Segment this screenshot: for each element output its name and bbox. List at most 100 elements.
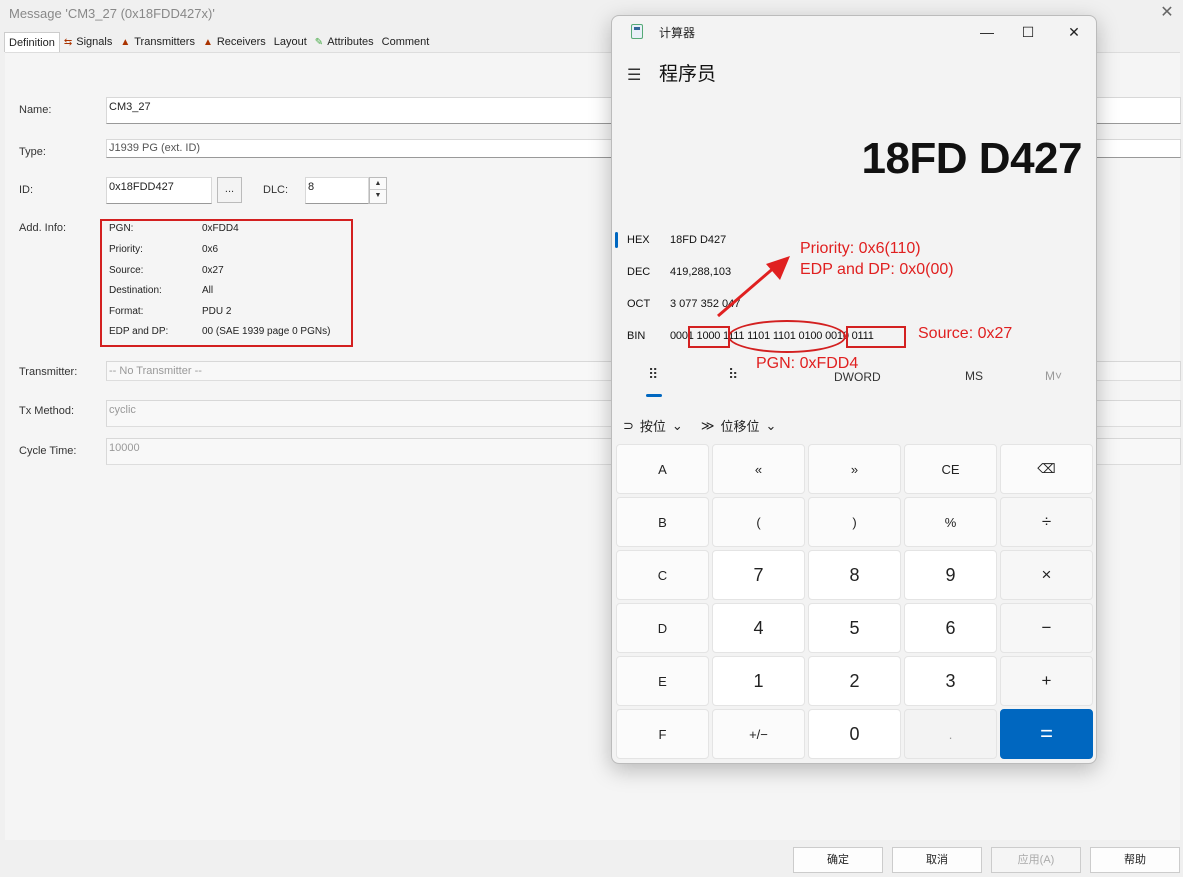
key-7[interactable]: 7 [712, 550, 805, 600]
addinfo-value: 00 (SAE 1939 page 0 PGNs) [202, 326, 331, 337]
receivers-icon: ▲ [202, 36, 213, 48]
operations-row: ⊃ 按位 ⌄ ≫ 位移位 ⌄ [623, 416, 776, 435]
cancel-button[interactable]: 取消 [892, 847, 982, 873]
addinfo-key: Destination: [109, 285, 162, 296]
bit-toggle-icon[interactable]: ⠷ [728, 366, 738, 383]
key-modulo[interactable]: % [904, 497, 997, 547]
chevron-up-icon[interactable]: ▲ [370, 178, 386, 190]
key-9[interactable]: 9 [904, 550, 997, 600]
tab-transmitters[interactable]: ▲ Transmitters [116, 32, 199, 52]
shift-icon: ≫ [700, 417, 715, 433]
key-3[interactable]: 3 [904, 656, 997, 706]
id-field[interactable]: 0x18FDD427 [106, 177, 212, 204]
maximize-icon[interactable]: ☐ [1017, 22, 1039, 42]
key-5[interactable]: 5 [808, 603, 901, 653]
key-f[interactable]: F [616, 709, 709, 759]
key-c[interactable]: C [616, 550, 709, 600]
tab-comment[interactable]: Comment [378, 32, 434, 52]
addinfo-key: PGN: [109, 223, 134, 234]
attributes-icon: ✎ [314, 36, 324, 48]
key-add[interactable]: + [1000, 656, 1093, 706]
key-8[interactable]: 8 [808, 550, 901, 600]
word-size-button[interactable]: DWORD [834, 370, 881, 384]
backspace-icon[interactable]: ⌫ [1000, 444, 1093, 494]
tab-bar: Definition ⇆ Signals ▲ Transmitters ▲ Recei… [4, 32, 433, 52]
base-name: OCT [627, 298, 651, 310]
addinfo-value: 0x6 [202, 244, 219, 255]
tab-layout[interactable]: Layout [270, 32, 311, 52]
key-negate[interactable]: +/− [712, 709, 805, 759]
addinfo-value: PDU 2 [202, 306, 232, 317]
base-row-oct[interactable]: OCT 3 077 352 047 [612, 294, 1096, 316]
help-button[interactable]: 帮助 [1090, 847, 1180, 873]
cycletime-label: Cycle Time: [19, 445, 77, 457]
hamburger-menu-icon[interactable]: ☰ [627, 65, 641, 85]
tab-definition[interactable]: Definition [4, 32, 60, 52]
chevron-down-icon[interactable]: ▼ [370, 190, 386, 202]
memory-store-button[interactable]: MS [965, 369, 983, 383]
dlc-label: DLC: [263, 184, 289, 196]
key-multiply[interactable]: × [1000, 550, 1093, 600]
calculator-mode: 程序员 [659, 64, 717, 85]
mode-bar: ⠿ ⠷ DWORD MS M˅ [612, 366, 1096, 397]
key-e[interactable]: E [616, 656, 709, 706]
key-shift-right[interactable]: » [808, 444, 901, 494]
type-label: Type: [19, 146, 46, 158]
key-equals[interactable]: = [1000, 709, 1093, 759]
key-close-paren[interactable]: ) [808, 497, 901, 547]
memory-view-button[interactable]: M˅ [1045, 369, 1062, 383]
key-shift-left[interactable]: « [712, 444, 805, 494]
key-1[interactable]: 1 [712, 656, 805, 706]
ok-button[interactable]: 确定 [793, 847, 883, 873]
chevron-down-icon: ⌄ [671, 417, 683, 433]
priority-bits-highlight [688, 326, 730, 348]
addinfo-key: Format: [109, 306, 144, 317]
minimize-icon[interactable]: — [976, 22, 998, 42]
key-open-paren[interactable]: ( [712, 497, 805, 547]
key-a[interactable]: A [616, 444, 709, 494]
key-d[interactable]: D [616, 603, 709, 653]
key-2[interactable]: 2 [808, 656, 901, 706]
addinfo-key: EDP and DP: [109, 326, 169, 337]
tab-receivers[interactable]: ▲ Receivers [199, 32, 270, 52]
id-browse-button[interactable]: ... [217, 177, 242, 203]
calculator-title: 计算器 [659, 26, 696, 40]
transmitters-icon: ▲ [120, 36, 131, 48]
dialog-title: Message 'CM3_27 (0x18FDD427x)' [9, 6, 215, 21]
tab-signals[interactable]: ⇆ Signals [60, 32, 116, 52]
addinfo-value: 0xFDD4 [202, 223, 239, 234]
bitwise-dropdown[interactable]: ⊃ 按位 ⌄ [623, 416, 683, 435]
close-icon[interactable]: ✕ [1063, 22, 1085, 42]
key-subtract[interactable]: − [1000, 603, 1093, 653]
transmitter-label: Transmitter: [19, 366, 78, 378]
priority-annotation: Priority: 0x6(110) [800, 240, 921, 257]
key-divide[interactable]: ÷ [1000, 497, 1093, 547]
base-name: DEC [627, 266, 651, 278]
calculator-window: 计算器 — ☐ ✕ ☰ 程序员 18FD D427 HEX 18FD D427 … [611, 15, 1097, 764]
bitshift-dropdown[interactable]: ≫ 位移位 ⌄ [701, 416, 777, 435]
txmethod-label: Tx Method: [19, 405, 75, 417]
source-annotation: Source: 0x27 [918, 325, 1013, 342]
base-name: BIN [627, 330, 646, 342]
apply-button[interactable]: 应用(A) [991, 847, 1081, 873]
chevron-down-icon: ⌄ [765, 417, 777, 433]
bitshift-label: 位移位 [720, 419, 760, 434]
key-decimal[interactable]: . [904, 709, 997, 759]
key-4[interactable]: 4 [712, 603, 805, 653]
key-clear-entry[interactable]: CE [904, 444, 997, 494]
base-name: HEX [627, 234, 650, 246]
bitwise-label: 按位 [639, 419, 666, 434]
dlc-stepper[interactable]: ▲ ▼ [369, 177, 387, 204]
addinfo-box: PGN: 0xFDD4 Priority: 0x6 Source: 0x27 D… [100, 219, 353, 347]
dlc-field[interactable]: 8 [305, 177, 369, 204]
keypad-icon[interactable]: ⠿ [648, 366, 658, 383]
pgn-bits-highlight [728, 320, 846, 353]
key-0[interactable]: 0 [808, 709, 901, 759]
key-6[interactable]: 6 [904, 603, 997, 653]
key-b[interactable]: B [616, 497, 709, 547]
addinfo-value: All [202, 285, 214, 296]
tab-attributes[interactable]: ✎ Attributes [311, 32, 378, 52]
close-icon[interactable]: ✕ [1158, 4, 1176, 22]
name-label: Name: [19, 104, 52, 116]
addinfo-label: Add. Info: [19, 222, 67, 234]
